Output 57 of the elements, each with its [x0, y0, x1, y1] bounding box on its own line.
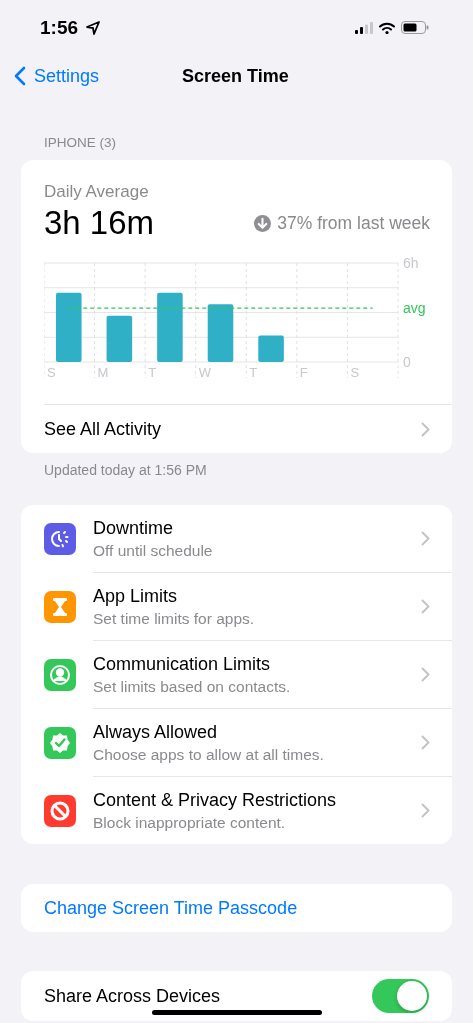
day-label: S [47, 365, 56, 380]
row-title: Downtime [93, 517, 175, 539]
day-label: T [148, 365, 157, 380]
battery-icon [401, 21, 429, 34]
row-subtitle: Set limits based on contacts. [93, 677, 291, 696]
chevron-right-icon [421, 531, 430, 546]
row-subtitle: Choose apps to allow at all times. [93, 745, 324, 764]
chevron-right-icon [421, 803, 430, 818]
bar [157, 292, 183, 362]
bar [258, 335, 284, 362]
person-icon [44, 659, 76, 691]
chevron-right-icon [421, 599, 430, 614]
moon-clock-icon [44, 523, 76, 555]
settings-row[interactable]: App Limits Set time limits for apps. [21, 573, 452, 641]
page-title: Screen Time [182, 65, 289, 87]
bar [56, 292, 82, 362]
chevron-right-icon [421, 735, 430, 750]
updated-note: Updated today at 1:56 PM [44, 462, 208, 480]
settings-row[interactable]: Content & Privacy Restrictions Block inappropriate content. [21, 777, 452, 844]
share-label: Share Across Devices [44, 985, 221, 1007]
signal-icon [355, 21, 373, 34]
prohibited-icon [44, 794, 76, 827]
section-header: IPHONE (3) [44, 135, 117, 152]
chevron-left-icon [14, 66, 26, 86]
day-label: W [198, 365, 211, 380]
chevron-right-icon [421, 421, 430, 437]
daily-average-label: Daily Average [44, 182, 150, 202]
row-subtitle: Block inappropriate content. [93, 813, 287, 832]
back-button[interactable]: Settings [0, 65, 100, 87]
bar [106, 315, 133, 362]
day-label: M [97, 365, 109, 380]
share-toggle[interactable] [372, 979, 429, 1013]
hourglass-icon [44, 591, 76, 623]
row-title: Always Allowed [93, 721, 219, 743]
day-label: T [249, 365, 258, 380]
settings-row[interactable]: Downtime Off until schedule [21, 505, 452, 573]
y-tick-label: 6h [403, 256, 419, 271]
wifi-icon [379, 21, 395, 34]
row-title: Content & Privacy Restrictions [93, 789, 337, 811]
bar [207, 304, 234, 362]
day-label: S [350, 365, 360, 380]
y-tick-label: 0 [403, 354, 411, 370]
status-time: 1:56 [40, 16, 79, 39]
chevron-right-icon [421, 667, 430, 682]
day-label: F [299, 365, 308, 380]
location-arrow-icon [86, 20, 101, 35]
settings-row[interactable]: Communication Limits Set limits based on contacts. [21, 641, 452, 709]
row-subtitle: Set time limits for apps. [93, 609, 255, 628]
daily-average-value: 3h 16m [44, 204, 155, 242]
row-title: App Limits [93, 585, 179, 607]
row-subtitle: Off until schedule [93, 541, 213, 560]
change-text: 37% from last week [277, 212, 430, 234]
settings-row[interactable]: Always Allowed Choose apps to allow at all times. [21, 709, 452, 777]
see-all-activity-row[interactable]: See All Activity [21, 405, 452, 453]
row-title: Communication Limits [93, 653, 272, 675]
checkmark-badge-icon [44, 727, 76, 759]
average-label: avg [403, 300, 426, 317]
